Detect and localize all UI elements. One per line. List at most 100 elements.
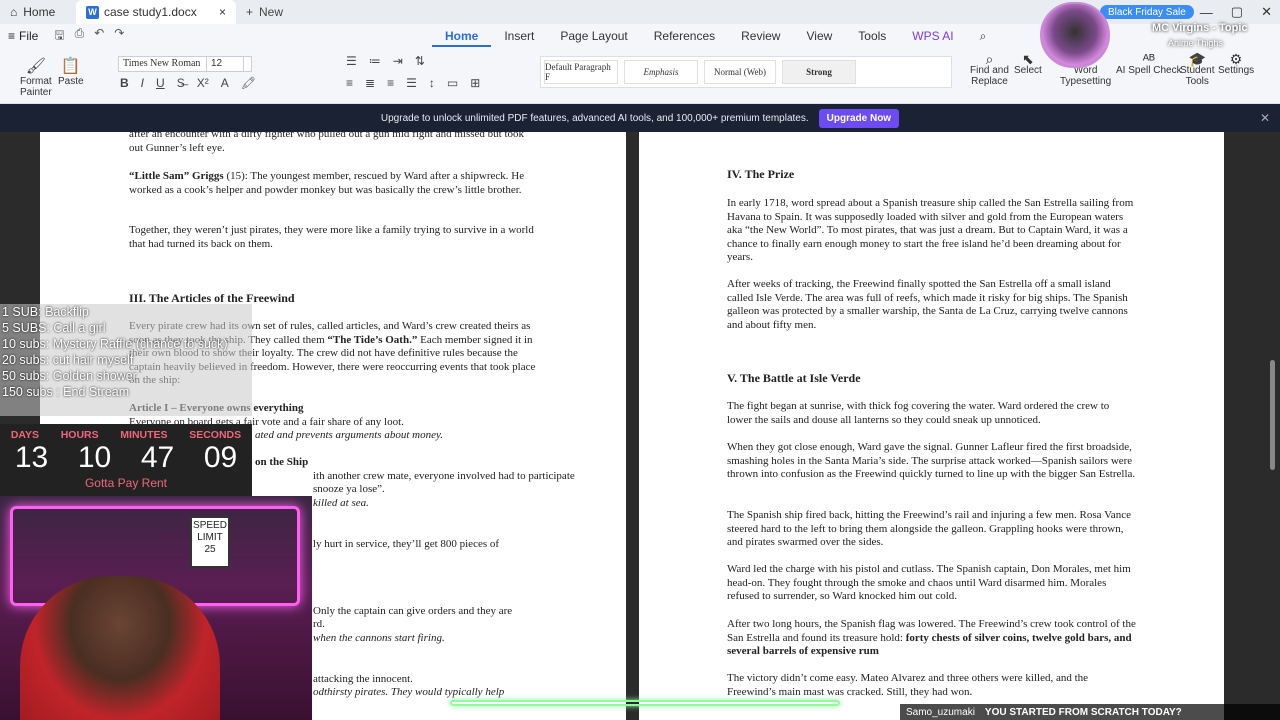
file-menu[interactable]: ≡ File	[0, 29, 46, 43]
timer-label: DAYS	[10, 429, 40, 441]
paragraph: When they got close enough, Ward gave th…	[727, 441, 1136, 481]
screen: ⌂ Home Wcase study1.docx × + New Black Fri…	[0, 0, 1280, 720]
sub-goal: 50 subs: Golden shower	[2, 369, 137, 383]
tab-home-ribbon[interactable]: Home	[432, 25, 492, 47]
tab-tools[interactable]: Tools	[845, 29, 899, 43]
line-spacing-icon[interactable]: ↕	[429, 76, 435, 90]
paste-button[interactable]: 📋 Paste	[58, 58, 84, 87]
search-icon[interactable]: ⌕	[967, 29, 1000, 44]
chat-username: Samo_uzumaki	[906, 706, 975, 718]
new-tab-label: New	[259, 5, 284, 19]
style-default-paragraph[interactable]: Default Paragraph F	[544, 60, 618, 84]
paragraph: Ward led the charge with his pistol and …	[727, 563, 1131, 603]
paragraph: ly hurt in service, they’ll get 800 piec…	[313, 538, 500, 550]
ai-spell-label: AI Spell Check	[1116, 65, 1182, 76]
now-playing-title: MC Virgins - Topic	[1152, 22, 1248, 34]
timer-value: 47	[140, 441, 175, 474]
paragraph: The Spanish ship fired back, hitting the…	[727, 509, 1131, 549]
webcam-overlay: SPEED LIMIT 25	[0, 496, 312, 720]
paragraph-buttons: ☰ ≔ ⇥ ⇅	[346, 54, 425, 68]
home-icon: ⌂	[10, 5, 18, 19]
speed-limit-sign: SPEED LIMIT 25	[190, 516, 230, 568]
sort-icon[interactable]: ⇅	[415, 54, 425, 68]
close-tab-icon[interactable]: ×	[219, 5, 226, 19]
tab-references[interactable]: References	[641, 29, 728, 43]
select-button[interactable]: ⬉ Select	[1014, 52, 1042, 76]
undo-icon[interactable]: ↶	[94, 26, 104, 47]
now-playing-subtitle: Anime Thighs	[1168, 38, 1223, 48]
word-doc-icon: W	[86, 5, 99, 19]
italic-icon[interactable]: I	[141, 76, 144, 90]
align-right-icon[interactable]: ≡	[387, 76, 394, 90]
tab-document[interactable]: Wcase study1.docx ×	[76, 0, 236, 24]
print-icon[interactable]: ⎙	[75, 26, 85, 47]
paragraph: ated and prevents arguments about money.	[255, 429, 443, 441]
align-center-icon[interactable]: ≣	[365, 76, 375, 90]
bold-icon[interactable]: B	[120, 76, 129, 90]
sub-goal: 5 SUBS: Call a girl	[2, 321, 106, 335]
shading-icon[interactable]: ▭	[447, 76, 458, 90]
word-typesetting-label: Word Typesetting	[1060, 65, 1112, 87]
tab-document-label: case study1.docx	[104, 5, 197, 19]
paragraph: “Little Sam” Griggs (15): The youngest m…	[129, 170, 539, 197]
indent-icon[interactable]: ⇥	[393, 54, 403, 68]
font-color-icon[interactable]: A	[221, 76, 229, 90]
font-size-select[interactable]: 12	[206, 56, 244, 72]
paragraph: ith another crew mate, everyone involved…	[313, 470, 575, 482]
upgrade-text: Upgrade to unlock unlimited PDF features…	[380, 112, 809, 124]
tab-wps-ai[interactable]: WPS AI	[899, 29, 966, 43]
article-heading: on the Ship	[255, 456, 309, 468]
timer-value: 09	[203, 441, 238, 474]
format-buttons: B I U S̶ X² A 🖍	[120, 76, 256, 90]
hamburger-icon: ≡	[8, 29, 16, 43]
superscript-icon[interactable]: X²	[197, 76, 209, 90]
plus-icon: +	[246, 5, 254, 19]
section-heading: IV. The Prize	[727, 167, 795, 181]
format-painter-button[interactable]: 🖌 Format Painter	[20, 58, 52, 98]
paragraph: Only the captain can give orders and the…	[313, 605, 513, 617]
highlight-icon[interactable]: 🖍	[241, 76, 256, 90]
upgrade-banner: Upgrade to unlock unlimited PDF features…	[0, 104, 1280, 132]
justify-icon[interactable]: ☰	[406, 76, 417, 90]
style-strong[interactable]: Strong	[782, 60, 856, 84]
file-label: File	[19, 29, 39, 43]
select-label: Select	[1014, 65, 1042, 76]
tab-view[interactable]: View	[793, 29, 845, 43]
format-painter-icon: 🖌	[25, 58, 46, 75]
paragraph: After weeks of tracking, the Freewind fi…	[727, 278, 1128, 331]
timer-label: SECONDS	[189, 429, 242, 441]
tab-page-layout[interactable]: Page Layout	[547, 29, 640, 43]
countdown-timer: DAYS HOURS MINUTES SECONDS 13 10 47 09 G…	[0, 424, 252, 496]
tab-review[interactable]: Review	[728, 29, 793, 43]
close-banner-icon[interactable]: ✕	[1260, 111, 1270, 125]
strikethrough-icon[interactable]: S̶	[177, 76, 185, 90]
paragraph: attacking the innocent.	[313, 673, 413, 685]
save-icon[interactable]: 🖫	[54, 26, 64, 47]
bullets-icon[interactable]: ☰	[346, 54, 357, 68]
tab-insert[interactable]: Insert	[491, 29, 547, 43]
find-replace-button[interactable]: ⌕ Find and Replace	[970, 52, 1009, 87]
new-tab-button[interactable]: + New	[236, 5, 293, 19]
align-left-icon[interactable]: ≡	[346, 76, 353, 90]
settings-label: Settings	[1218, 65, 1255, 76]
paste-icon: 📋	[60, 58, 81, 75]
paragraph: when the cannons start firing.	[313, 632, 445, 644]
borders-icon[interactable]: ⊞	[470, 76, 480, 90]
bold-text: “Little Sam” Griggs	[129, 170, 224, 182]
avatar	[1040, 2, 1110, 68]
style-emphasis[interactable]: Emphasis	[624, 60, 698, 84]
underline-icon[interactable]: U	[156, 76, 165, 90]
quick-access-toolbar: 🖫 ⎙ ↶ ↷	[54, 26, 124, 47]
font-size-value: 12	[211, 58, 223, 69]
redo-icon[interactable]: ↷	[114, 26, 124, 47]
tab-home[interactable]: ⌂ Home	[0, 0, 76, 24]
upgrade-now-button[interactable]: Upgrade Now	[818, 108, 900, 128]
sub-goals-overlay: 1 SUB: Backflip 5 SUBS: Call a girl 10 s…	[0, 304, 252, 416]
timer-value: 13	[14, 441, 49, 474]
paragraph: rd.	[313, 618, 325, 630]
style-normal-web[interactable]: Normal (Web)	[704, 60, 776, 84]
format-painter-label: Format Painter	[20, 76, 52, 98]
right-page[interactable]: IV. The Prize In early 1718, word spread…	[639, 132, 1224, 720]
vertical-scrollbar[interactable]	[1270, 360, 1275, 470]
numbering-icon[interactable]: ≔	[369, 54, 381, 68]
